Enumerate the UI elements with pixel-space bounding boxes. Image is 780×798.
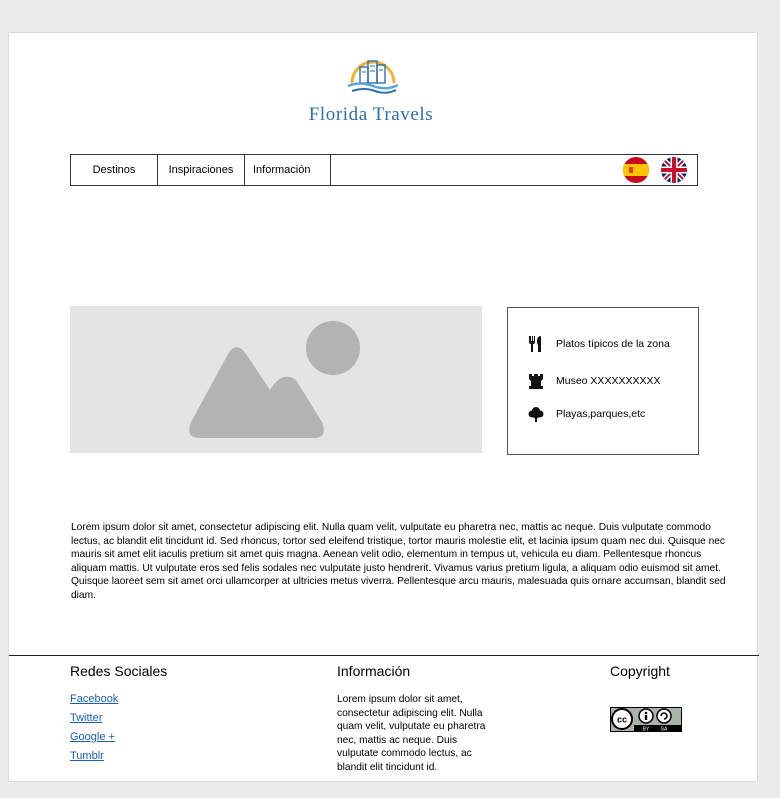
spain-flag-icon[interactable]	[623, 157, 649, 183]
highlight-item-parks[interactable]: Playas,parques,etc	[526, 404, 645, 424]
footer-copyright: Copyright cc BY SA	[610, 663, 682, 737]
brand-name: Florida Travels	[308, 104, 434, 125]
cc-text: cc	[617, 715, 627, 725]
highlight-label: Museo XXXXXXXXXX	[556, 375, 661, 387]
language-switcher	[623, 157, 687, 183]
footer-info-title: Información	[337, 663, 411, 679]
fork-knife-icon	[526, 334, 546, 354]
tree-icon	[526, 404, 546, 424]
footer-divider	[9, 655, 759, 656]
highlights-box: Platos típicos de la zona Museo XXXXXXXX…	[507, 307, 699, 455]
image-placeholder-icon	[189, 321, 360, 438]
by-text: BY	[643, 726, 650, 732]
main-nav: Destinos Inspiraciones Información	[70, 154, 698, 186]
nav-item-destinos[interactable]: Destinos	[71, 155, 158, 185]
brand-logo[interactable]: Florida Travels	[291, 53, 451, 131]
logo-buildings-icon	[348, 60, 398, 94]
nav-item-informacion[interactable]: Información	[245, 155, 331, 185]
footer-social: Redes Sociales Facebook Twitter Google +…	[70, 663, 167, 769]
highlight-item-food[interactable]: Platos típicos de la zona	[526, 334, 670, 354]
highlight-item-museum[interactable]: Museo XXXXXXXXXX	[526, 371, 660, 391]
highlight-label: Platos típicos de la zona	[556, 338, 670, 350]
sa-text: SA	[661, 726, 668, 732]
footer-copyright-title: Copyright	[610, 663, 670, 679]
twitter-link[interactable]: Twitter	[70, 712, 167, 724]
hero-image	[70, 306, 482, 453]
page: Florida Travels Destinos Inspiraciones I…	[8, 32, 759, 782]
tumblr-link[interactable]: Tumblr	[70, 750, 167, 762]
footer-social-title: Redes Sociales	[70, 663, 168, 679]
body-paragraph: Lorem ipsum dolor sit amet, consectetur …	[71, 522, 726, 601]
castle-tower-icon	[526, 371, 546, 391]
facebook-link[interactable]: Facebook	[70, 693, 167, 705]
highlight-label: Playas,parques,etc	[556, 408, 646, 420]
footer-info: Información Lorem ipsum dolor sit amet, …	[337, 663, 499, 774]
cc-by-sa-badge-icon[interactable]: cc BY SA	[610, 707, 682, 732]
footer-info-text: Lorem ipsum dolor sit amet, consectetur …	[337, 694, 486, 773]
uk-flag-icon[interactable]	[661, 157, 687, 183]
nav-item-inspiraciones[interactable]: Inspiraciones	[158, 155, 245, 185]
google-plus-link[interactable]: Google +	[70, 731, 167, 743]
